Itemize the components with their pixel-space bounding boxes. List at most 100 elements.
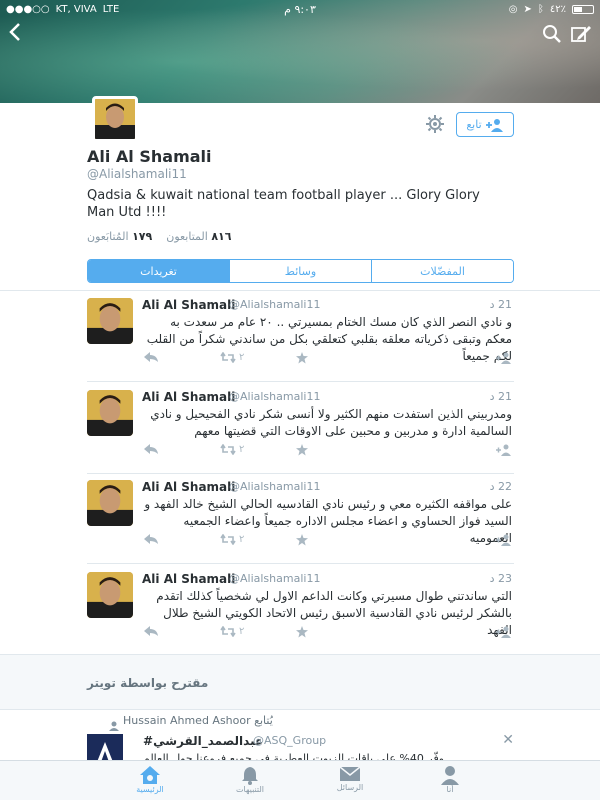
- close-icon[interactable]: ✕: [502, 732, 514, 748]
- tweet-item[interactable]: Ali Al Shamali @Alialshamali11 21 د و نا…: [87, 290, 514, 382]
- profile-name: Ali Al Shamali: [87, 147, 212, 166]
- following-stat[interactable]: ١٧٩ المُتابَعون: [87, 230, 152, 243]
- avatar-image: [87, 572, 133, 618]
- profile-handle: @Alialshamali11: [87, 167, 187, 181]
- favorite-icon[interactable]: [296, 626, 308, 638]
- tweet-actions: ٢: [142, 626, 512, 642]
- following-label: المُتابَعون: [87, 230, 129, 243]
- favorite-icon[interactable]: [296, 352, 308, 364]
- follow-icon[interactable]: [496, 352, 512, 364]
- profile-page: ●●●○○ KT, VIVA LTE ٩:٠٣ م ◎ ➤ ᛒ ٤٢٪ تابع…: [0, 0, 600, 800]
- back-arrow-icon[interactable]: [8, 22, 22, 47]
- tab-favorites[interactable]: المفضّلات: [372, 260, 513, 282]
- profile-avatar[interactable]: [92, 96, 138, 142]
- suggested-account[interactable]: Hussain Ahmed Ashoor يُتابع #عبدالصمد_ال…: [87, 712, 514, 770]
- followers-label: المتابعون: [166, 230, 208, 243]
- reply-icon[interactable]: [144, 626, 158, 636]
- follow-icon[interactable]: [496, 626, 512, 638]
- retweet-count: ٢: [239, 352, 245, 363]
- follow-button-label: تابع: [466, 118, 482, 131]
- avatar[interactable]: [87, 572, 133, 618]
- tweet-item[interactable]: Ali Al Shamali @Alialshamali11 21 د ومدر…: [87, 382, 514, 474]
- retweet-button[interactable]: ٢: [220, 352, 244, 363]
- tab-tweets[interactable]: تغريدات: [88, 260, 230, 282]
- tweet-time: 23 د: [489, 572, 512, 585]
- tab-media-label: وسائط: [284, 264, 317, 278]
- tweet-actions: ٢: [142, 444, 512, 460]
- avatar[interactable]: [87, 480, 133, 526]
- avatar[interactable]: [87, 298, 133, 344]
- tweet-handle: @Alialshamali11: [229, 298, 321, 311]
- avatar-image: [87, 480, 133, 526]
- retweet-button[interactable]: ٢: [220, 534, 244, 545]
- favorite-icon[interactable]: [296, 534, 308, 546]
- tweet-handle: @Alialshamali11: [229, 572, 321, 585]
- tab-media[interactable]: وسائط: [230, 260, 372, 282]
- tweet-time: 22 د: [489, 480, 512, 493]
- nav-messages[interactable]: الرسائل: [315, 765, 385, 792]
- retweet-icon: [220, 534, 236, 545]
- tweet-time: 21 د: [489, 298, 512, 311]
- avatar-image: [87, 298, 133, 344]
- follow-icon[interactable]: [496, 534, 512, 546]
- following-count: ١٧٩: [132, 230, 153, 243]
- tweet-author[interactable]: Ali Al Shamali: [142, 480, 235, 494]
- retweet-button[interactable]: ٢: [220, 444, 244, 455]
- profile-tabs: تغريدات وسائط المفضّلات: [87, 259, 514, 283]
- add-user-icon: [485, 118, 503, 132]
- tab-favorites-label: المفضّلات: [420, 264, 465, 278]
- profile-stats: ٨١٦ المتابعون ١٧٩ المُتابَعون: [87, 230, 231, 243]
- tweet-author[interactable]: Ali Al Shamali: [142, 298, 235, 312]
- nav-me-label: أنا: [446, 785, 454, 794]
- tweet-author[interactable]: Ali Al Shamali: [142, 572, 235, 586]
- nav-me[interactable]: أنا: [415, 765, 485, 794]
- follow-icon[interactable]: [496, 444, 512, 456]
- profile-bio: Qadsia & kuwait national team football p…: [87, 188, 480, 220]
- tab-tweets-label: تغريدات: [140, 264, 177, 278]
- gear-icon[interactable]: [426, 115, 444, 137]
- reply-icon[interactable]: [144, 352, 158, 362]
- search-icon[interactable]: [542, 24, 562, 48]
- nav-notifications-label: التنبيهات: [236, 785, 264, 794]
- followed-by-text: Hussain Ahmed Ashoor يُتابع: [123, 714, 273, 727]
- followers-stat[interactable]: ٨١٦ المتابعون: [166, 230, 231, 243]
- retweet-count: ٢: [239, 626, 245, 637]
- retweet-button[interactable]: ٢: [220, 626, 244, 637]
- bottom-nav: الرئيسية التنبيهات الرسائل أنا: [0, 760, 600, 800]
- followers-count: ٨١٦: [211, 230, 232, 243]
- nav-notifications[interactable]: التنبيهات: [215, 765, 285, 794]
- tweet-handle: @Alialshamali11: [229, 390, 321, 403]
- tweet-item[interactable]: Ali Al Shamali @Alialshamali11 22 د على …: [87, 472, 514, 564]
- avatar[interactable]: [87, 390, 133, 436]
- tweet-text: ومدربيني الذين استفدت منهم الكثير ولا أن…: [150, 407, 512, 438]
- top-nav: [0, 22, 600, 46]
- status-bar: ●●●○○ KT, VIVA LTE ٩:٠٣ م ◎ ➤ ᛒ ٤٢٪: [0, 0, 600, 18]
- tweet-item[interactable]: Ali Al Shamali @Alialshamali11 23 د التي…: [87, 564, 514, 656]
- compose-icon[interactable]: [570, 24, 592, 48]
- nav-home[interactable]: الرئيسية: [115, 765, 185, 794]
- tweet-handle: @Alialshamali11: [229, 480, 321, 493]
- retweet-count: ٢: [239, 534, 245, 545]
- battery-icon: [572, 4, 594, 14]
- person-icon: [109, 716, 119, 735]
- avatar-image: [87, 390, 133, 436]
- suggested-title: مقترح بواسطة تويتر: [87, 676, 209, 690]
- status-time: ٩:٠٣ م: [284, 2, 316, 16]
- tweet-actions: ٢: [142, 352, 512, 368]
- mail-icon: [339, 766, 361, 781]
- follow-button[interactable]: تابع: [456, 112, 514, 137]
- nav-messages-label: الرسائل: [336, 783, 364, 792]
- reply-icon[interactable]: [144, 444, 158, 454]
- tweet-actions: ٢: [142, 534, 512, 550]
- person-icon: [441, 766, 459, 785]
- suggested-name[interactable]: #عبدالصمد_القرشي: [143, 734, 263, 748]
- bell-icon: [242, 767, 258, 785]
- retweet-count: ٢: [239, 444, 245, 455]
- suggested-handle: @ASQ_Group: [253, 734, 327, 747]
- retweet-icon: [220, 352, 236, 363]
- tweet-time: 21 د: [489, 390, 512, 403]
- reply-icon[interactable]: [144, 534, 158, 544]
- tweet-author[interactable]: Ali Al Shamali: [142, 390, 235, 404]
- favorite-icon[interactable]: [296, 444, 308, 456]
- home-icon: [140, 766, 160, 784]
